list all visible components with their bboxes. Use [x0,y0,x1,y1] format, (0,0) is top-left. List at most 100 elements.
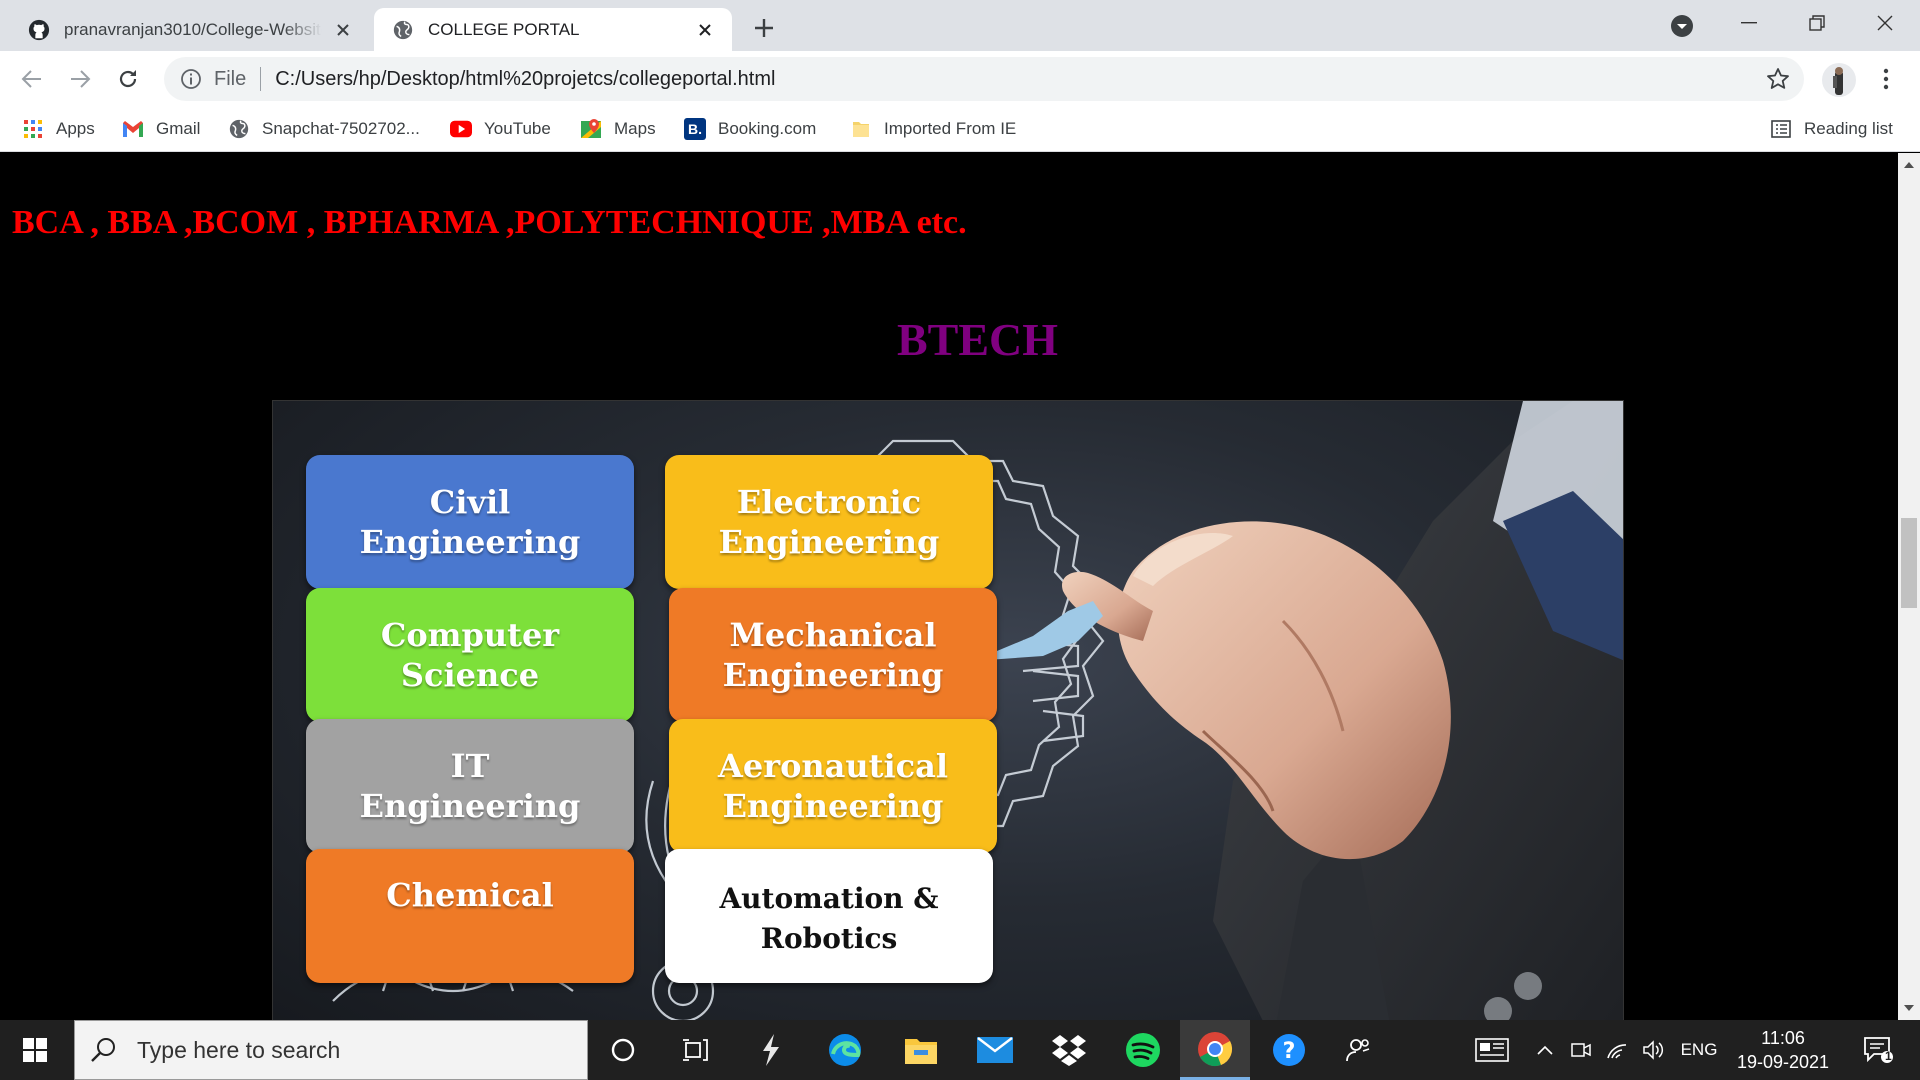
wifi-icon[interactable] [1602,1020,1632,1080]
plus-icon [755,19,773,37]
btech-heading: BTECH [896,314,1059,365]
language-indicator[interactable]: ENG [1674,1020,1724,1080]
bookmark-star-icon[interactable] [1766,67,1790,91]
bookmark-apps[interactable]: Apps [22,115,95,143]
scroll-down-icon[interactable] [1903,1002,1915,1014]
clock-time: 11:06 [1761,1028,1805,1048]
windows-logo-icon [23,1038,47,1062]
branch-card-mechanical: Mechanical Engineering [669,588,997,722]
reload-button[interactable] [110,61,146,97]
globe-icon [228,118,250,140]
restore-button[interactable] [1786,0,1848,46]
bookmark-maps[interactable]: Maps [580,115,656,143]
close-tab-icon[interactable] [330,17,356,43]
back-button[interactable] [14,61,50,97]
cortana-icon[interactable] [588,1020,658,1080]
chrome-menu-button[interactable] [1872,63,1900,95]
show-hidden-icons-icon[interactable] [1530,1020,1560,1080]
tab-title: pranavranjan3010/College-Website [64,19,322,39]
tab-github[interactable]: pranavranjan3010/College-Website [10,8,370,51]
branch-card-aeronautical: Aeronautical Engineering [669,719,997,853]
spotify-icon[interactable] [1108,1020,1178,1080]
courses-list-heading: BCA , BBA ,BCOM , BPHARMA ,POLYTECHNIQUE… [12,204,967,241]
windows-taskbar: Type here to search ? ENG 11:06 19-09-20… [0,1020,1920,1080]
url-text[interactable]: C:/Users/hp/Desktop/html%20projetcs/coll… [275,68,775,91]
bookmark-label: Imported From IE [884,119,1017,138]
bookmark-label: Snapchat-7502702... [262,119,420,138]
new-tab-button[interactable] [748,12,780,44]
btech-branches-image: Civil Engineering Electronic Engineering… [272,400,1624,1020]
branch-card-computer-science: Computer Science [306,588,634,722]
task-view-icon[interactable] [660,1020,730,1080]
gmail-icon [122,118,144,140]
booking-icon: B. [684,118,706,140]
branch-card-automation-robotics: Automation & Robotics [665,849,993,983]
bookmark-label: Booking.com [718,119,817,138]
arrow-left-icon [21,70,41,88]
globe-icon [393,20,413,39]
search-icon [91,1038,115,1062]
address-bar[interactable]: File C:/Users/hp/Desktop/html%20projetcs… [164,57,1804,101]
meet-now-icon[interactable] [1566,1020,1596,1080]
reload-icon [119,70,137,88]
volume-icon[interactable] [1638,1020,1668,1080]
apps-grid-icon [22,118,44,140]
close-icon [1877,15,1893,31]
close-window-button[interactable] [1854,0,1916,46]
branch-card-electronic: Electronic Engineering [665,455,993,589]
profile-avatar[interactable] [1822,63,1856,97]
branch-card-it: IT Engineering [306,719,634,853]
bookmark-label: Maps [614,119,656,138]
bookmark-gmail[interactable]: Gmail [122,115,200,143]
tab-title: COLLEGE PORTAL [428,19,580,39]
bookmark-label: Gmail [156,119,201,138]
app-bolt-icon[interactable] [736,1020,806,1080]
reading-list-icon [1770,118,1792,140]
avatar-icon [1833,67,1843,95]
branch-card-civil: Civil Engineering [306,455,634,589]
tab-college-portal[interactable]: COLLEGE PORTAL [374,8,732,51]
bookmark-label: Apps [56,119,95,138]
bookmarks-bar: Apps Gmail Snapchat-7502702... YouTube M… [0,106,1920,152]
taskbar-search-box[interactable]: Type here to search [74,1020,588,1080]
bookmark-snapchat[interactable]: Snapchat-7502702... [228,115,420,143]
bookmark-youtube[interactable]: YouTube [450,115,551,143]
info-icon[interactable] [180,68,202,90]
close-tab-icon[interactable] [692,17,718,43]
notifications-button[interactable]: 1 [1848,1020,1908,1080]
svg-text:?: ? [1283,1039,1296,1064]
mail-icon[interactable] [960,1020,1030,1080]
page-content: BCA , BBA ,BCOM , BPHARMA ,POLYTECHNIQUE… [0,153,1898,1020]
maps-icon [580,118,602,140]
bookmark-booking[interactable]: B. Booking.com [684,115,816,143]
start-button[interactable] [0,1020,70,1080]
bookmark-label: YouTube [484,119,551,138]
dropbox-icon[interactable] [1034,1020,1104,1080]
tab-strip: pranavranjan3010/College-Website COLLEGE… [0,0,1920,51]
forward-button[interactable] [62,61,98,97]
branch-card-chemical: Chemical [306,849,634,983]
restore-icon [1809,15,1825,31]
github-icon [28,19,50,40]
taskbar-search-placeholder: Type here to search [137,1036,341,1063]
chrome-icon[interactable] [1180,1020,1250,1080]
people-icon[interactable] [1324,1020,1394,1080]
page-scrollbar[interactable] [1898,153,1920,1020]
minimize-button[interactable] [1718,0,1780,46]
taskbar-clock[interactable]: 11:06 19-09-2021 [1726,1026,1840,1074]
reading-list-label: Reading list [1804,119,1893,138]
tab-search-icon[interactable] [1668,12,1696,40]
reading-list-button[interactable]: Reading list [1770,115,1893,143]
more-vertical-icon [1883,68,1889,90]
youtube-icon [450,118,472,140]
news-widget-icon[interactable] [1466,1020,1518,1080]
scrollbar-thumb[interactable] [1901,518,1917,608]
notification-count: 1 [1885,1049,1892,1063]
bookmark-imported-from-ie[interactable]: Imported From IE [850,115,1016,143]
help-icon[interactable]: ? [1254,1020,1324,1080]
edge-icon[interactable] [810,1020,880,1080]
browser-toolbar: File C:/Users/hp/Desktop/html%20projetcs… [0,51,1920,106]
scroll-up-icon[interactable] [1903,159,1915,171]
file-explorer-icon[interactable] [886,1020,956,1080]
folder-icon [850,118,872,140]
